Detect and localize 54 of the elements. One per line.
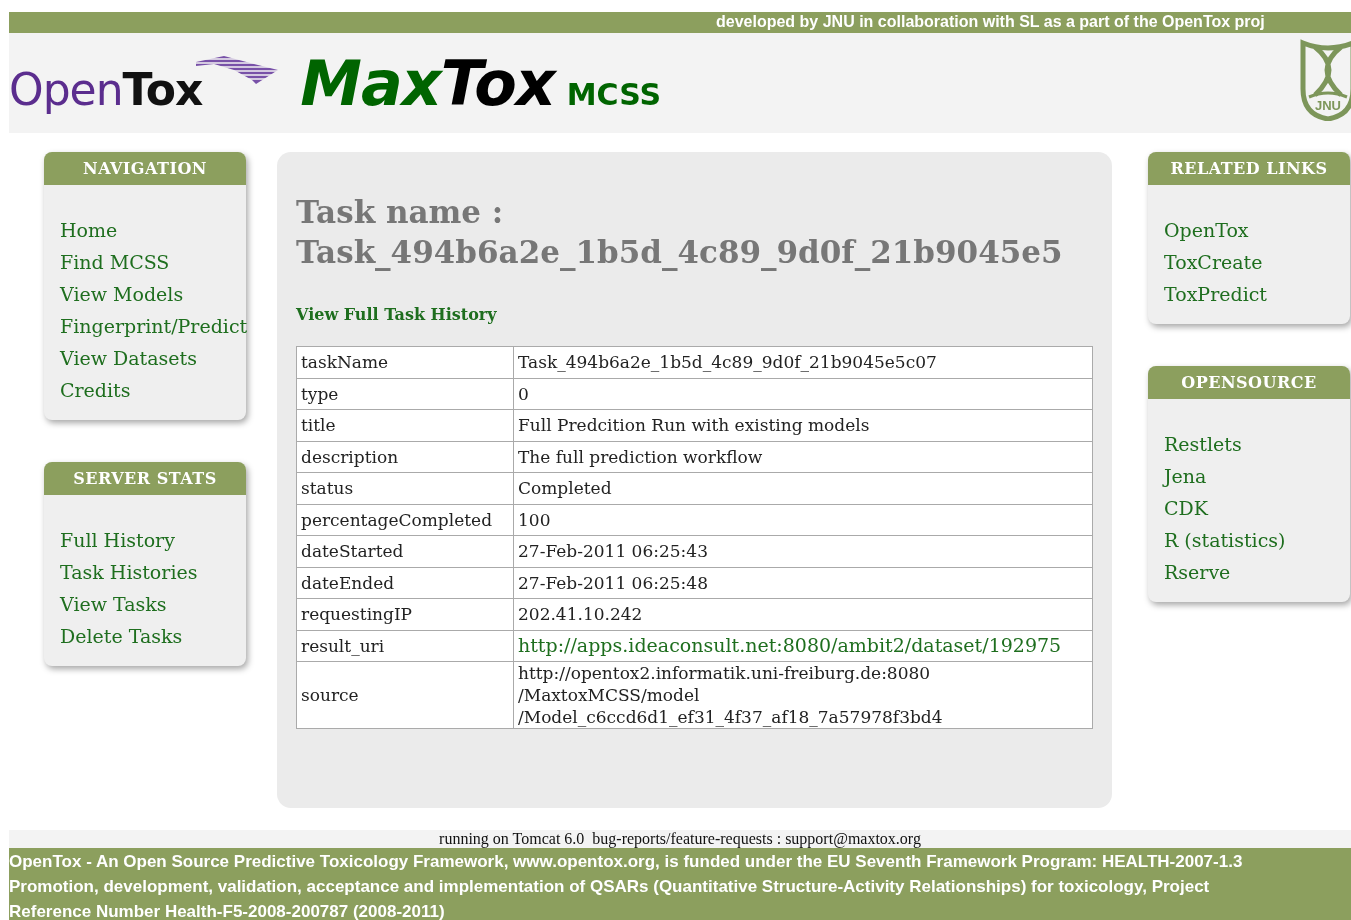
sidebar-link[interactable]: View Models — [60, 278, 184, 310]
table-cell: description — [296, 441, 514, 473]
table-cell: requestingIP — [296, 598, 514, 630]
sidebar-link[interactable]: View Datasets — [60, 342, 197, 374]
funding-text: Promotion, development, validation, acceptance and implementation of QSARs (Quantitative Structure-Activity Relationships) for toxicology, Project — [9, 876, 1211, 898]
maxtox-logo: MaxTox — [300, 46, 555, 120]
sidebar-link[interactable]: Restlets — [1164, 428, 1242, 460]
sidebar-link[interactable]: Full History — [60, 524, 175, 556]
panel-title: RELATED LINKS — [1148, 152, 1350, 185]
table-cell: status — [296, 472, 514, 504]
panel-title: SERVER STATS — [44, 462, 246, 495]
sidebar-link[interactable]: OpenTox — [1164, 214, 1249, 246]
table-cell: source — [296, 661, 514, 729]
table-cell: Task_494b6a2e_1b5d_4c89_9d0f_21b9045e5c07 — [513, 346, 1093, 378]
table-cell: 27-Feb-2011 06:25:48 — [513, 567, 1093, 599]
table-cell: 27-Feb-2011 06:25:43 — [513, 535, 1093, 567]
panel-title: OPENSOURCE — [1148, 366, 1350, 399]
table-cell: dateStarted — [296, 535, 514, 567]
table-cell: 202.41.10.242 — [513, 598, 1093, 630]
table-cell: result_uri — [296, 630, 514, 662]
sidebar-link[interactable]: ToxCreate — [1164, 246, 1263, 278]
table-cell: 0 — [513, 378, 1093, 410]
table-cell: title — [296, 409, 514, 441]
funding-text: Reference Number Health-F5-2008-200787 (2008-2011) — [9, 901, 446, 920]
table-cell: taskName — [296, 346, 514, 378]
table-cell: percentageCompleted — [296, 504, 514, 536]
task-heading: Task name : Task_494b6a2e_1b5d_4c89_9d0f_21b9045e5 — [296, 193, 1064, 272]
sidebar-link[interactable]: R (statistics) — [1164, 524, 1286, 556]
table-cell: 100 — [513, 504, 1093, 536]
panel-title: NAVIGATION — [44, 152, 246, 185]
logo-subtitle: MCSS — [566, 76, 662, 112]
table-cell: Completed — [513, 472, 1093, 504]
table-cell: dateEnded — [296, 567, 514, 599]
opentox-logo: OpenTox — [9, 63, 203, 115]
sidebar-link[interactable]: Task Histories — [60, 556, 198, 588]
table-cell: Full Predcition Run with existing models — [513, 409, 1093, 441]
sidebar-link[interactable]: ToxPredict — [1164, 278, 1267, 310]
sidebar-link[interactable]: CDK — [1164, 492, 1208, 524]
table-cell: The full prediction workflow — [513, 441, 1093, 473]
funding-text: OpenTox - An Open Source Predictive Toxicology Framework, www.opentox.org, is funded under the EU Seventh Framework Program: HEALTH-2007-1.3 — [9, 851, 1244, 873]
banner-text: developed by JNU in collaboration with SL as a part of the OpenTox proj — [716, 13, 1265, 30]
table-cell: http://opentox2.informatik.uni-freiburg.de:8080 /MaxtoxMCSS/model /Model_c6ccd6d1_ef31_4f37_af18_7a57978f3bd4 — [513, 661, 1093, 729]
server-info: running on Tomcat 6.0 bug-reports/feature-requests : support@maxtox.org — [439, 830, 921, 847]
sidebar-link[interactable]: Home — [60, 214, 118, 246]
university-emblem: JNU — [1299, 39, 1351, 121]
table-cell: type — [296, 378, 514, 410]
sidebar-link[interactable]: Delete Tasks — [60, 620, 183, 652]
history-link[interactable]: View Full Task History — [296, 305, 497, 324]
sidebar-link[interactable]: View Tasks — [60, 588, 167, 620]
sidebar-link[interactable]: Jena — [1164, 460, 1207, 492]
sidebar-link[interactable]: Rserve — [1164, 556, 1231, 588]
sidebar-link[interactable]: Credits — [60, 374, 131, 406]
sidebar-link[interactable]: Fingerprint/Predict — [60, 310, 248, 342]
sidebar-link[interactable]: Find MCSS — [60, 246, 170, 278]
